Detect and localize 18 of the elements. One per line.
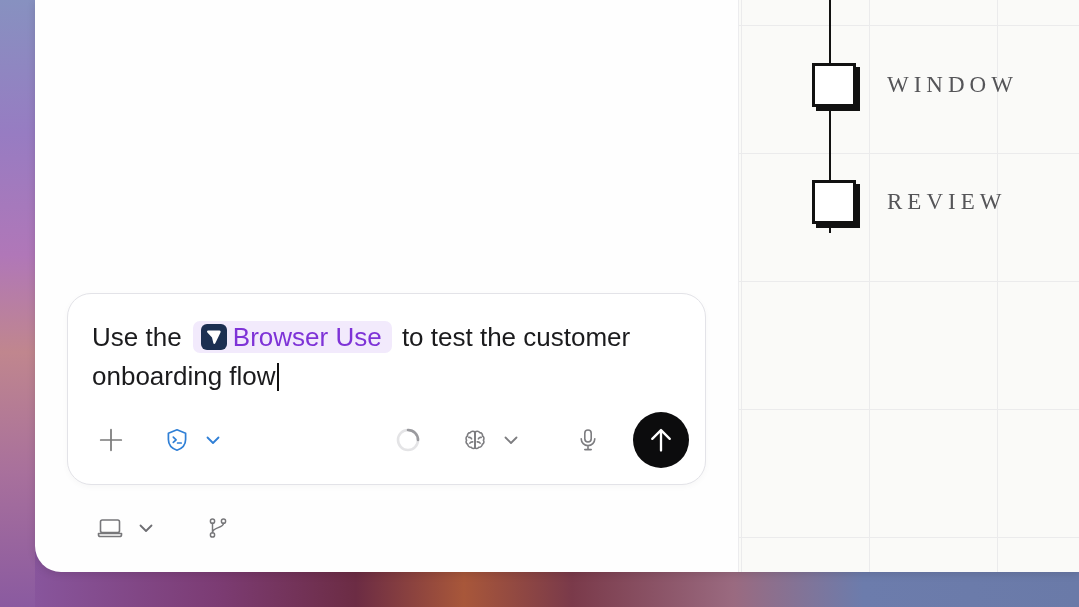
branch-icon[interactable] bbox=[207, 517, 229, 539]
step-marker-icon bbox=[812, 180, 860, 228]
tool-chip[interactable]: Browser Use bbox=[192, 321, 392, 354]
app-logo-icon bbox=[200, 324, 227, 351]
shield-terminal-icon bbox=[165, 428, 189, 452]
connector-line bbox=[829, 0, 831, 63]
step-marker-icon bbox=[812, 63, 860, 111]
device-dropdown-button[interactable] bbox=[97, 517, 154, 539]
send-button[interactable] bbox=[633, 412, 689, 468]
connector-line bbox=[829, 111, 831, 180]
step-label: WINDOW bbox=[887, 71, 1018, 99]
step-label: REVIEW bbox=[887, 188, 1007, 216]
plus-icon[interactable] bbox=[98, 427, 124, 453]
model-dropdown-button[interactable] bbox=[463, 428, 519, 452]
laptop-icon bbox=[97, 517, 123, 539]
mode-dropdown-button[interactable] bbox=[165, 428, 221, 452]
brain-icon bbox=[463, 428, 487, 452]
message-input[interactable]: Use the Browser Use to test the customer onboarding flow bbox=[92, 318, 689, 396]
